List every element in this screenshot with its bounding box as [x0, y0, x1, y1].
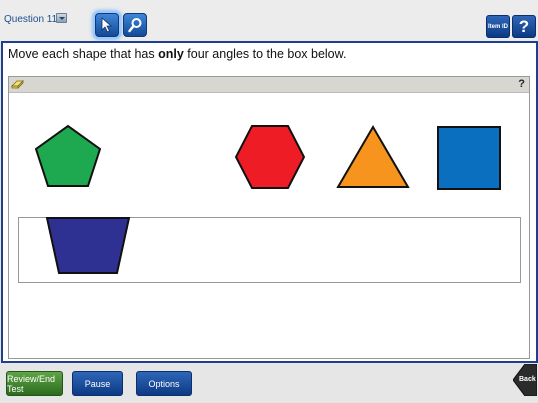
question-number: Question 11	[4, 14, 58, 25]
magnifier-icon	[128, 18, 142, 33]
pause-button[interactable]: Pause	[72, 371, 123, 396]
pentagon-polygon	[34, 124, 102, 187]
triangle-shape[interactable]	[335, 124, 411, 190]
workspace-toolbar: ?	[9, 77, 529, 93]
back-button[interactable]: Back	[512, 363, 538, 401]
triangle-polygon	[336, 125, 410, 188]
question-panel: Move each shape that has only four angle…	[1, 41, 538, 363]
hexagon-polygon	[234, 125, 306, 189]
square-shape[interactable]	[436, 126, 502, 190]
prompt-emphasis: only	[158, 47, 184, 61]
workspace-help-mark[interactable]: ?	[518, 78, 525, 90]
zoom-tool-button[interactable]	[123, 13, 147, 37]
pointer-tool-button[interactable]	[95, 13, 119, 37]
review-end-test-button[interactable]: Review/End Test	[6, 371, 63, 396]
options-button[interactable]: Options	[136, 371, 192, 396]
trapezoid-shape[interactable]	[45, 217, 131, 275]
answer-drop-box[interactable]	[18, 217, 521, 283]
pentagon-shape[interactable]	[33, 124, 103, 190]
hexagon-shape[interactable]	[233, 124, 307, 190]
bottom-bar: Review/End Test Pause Options	[0, 363, 538, 403]
item-id-button[interactable]: Item ID	[486, 15, 510, 38]
prompt-text-start: Move each shape that has	[8, 47, 155, 61]
back-label: Back	[519, 376, 536, 383]
square-rect	[437, 126, 501, 190]
question-dropdown-icon[interactable]	[56, 13, 67, 23]
drag-drop-workspace: ?	[8, 76, 530, 359]
arrow-cursor-icon	[101, 17, 113, 33]
help-button[interactable]: ?	[512, 15, 536, 38]
question-prompt: Move each shape that has only four angle…	[8, 47, 346, 61]
eraser-icon[interactable]	[11, 79, 25, 90]
trapezoid-polygon	[45, 217, 131, 274]
prompt-text-end: four angles to the box below.	[187, 47, 347, 61]
top-bar: Question 11 Item ID ?	[0, 0, 538, 42]
